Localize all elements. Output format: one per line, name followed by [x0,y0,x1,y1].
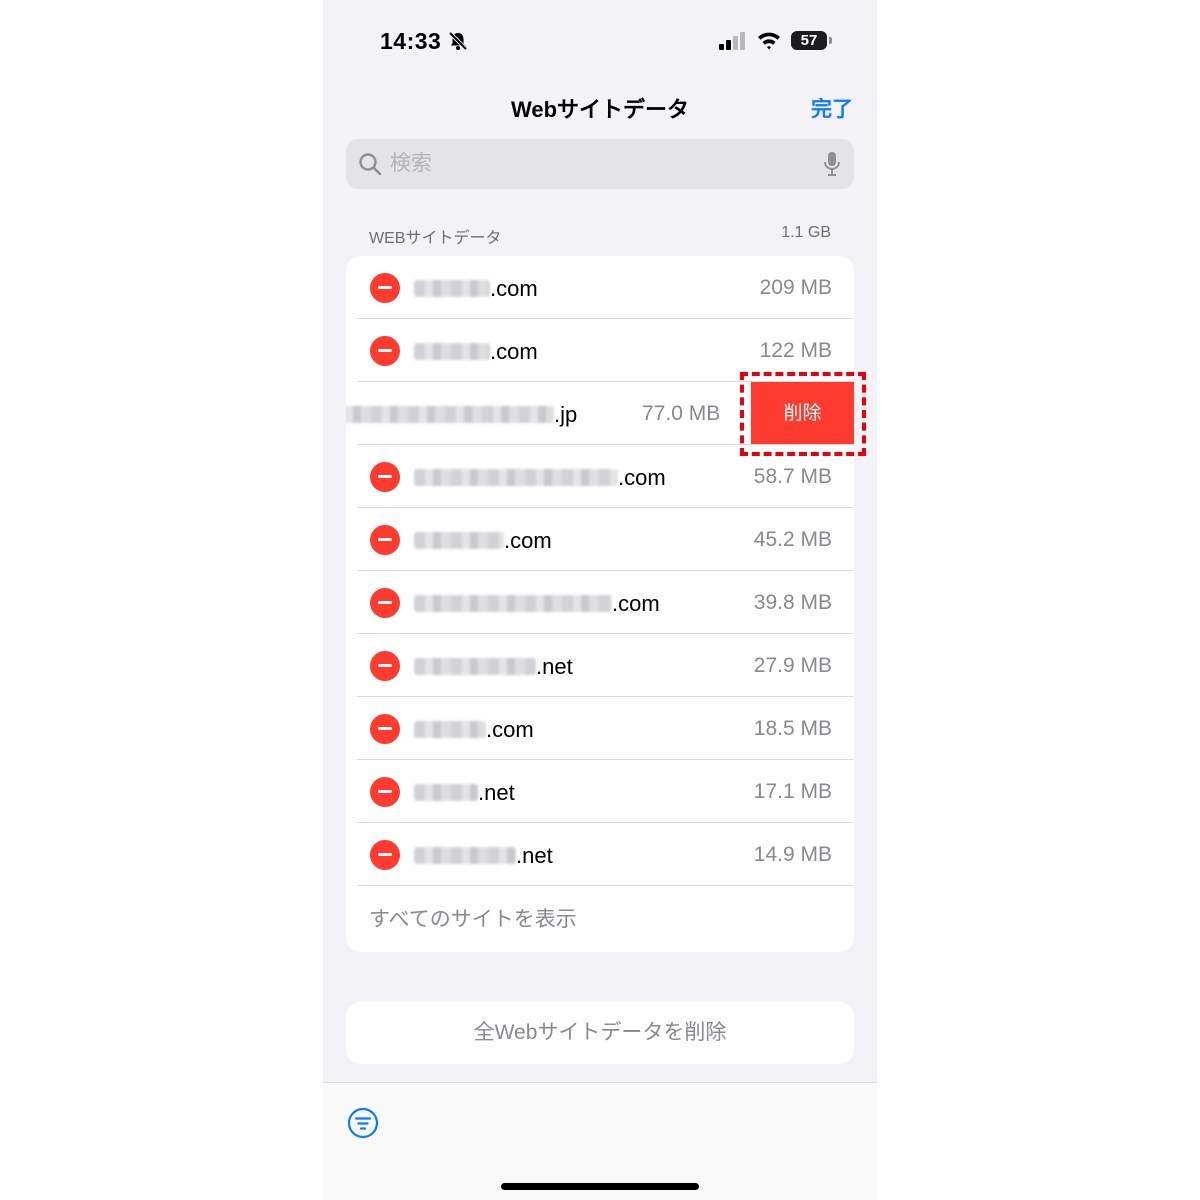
microphone-icon[interactable] [824,151,840,177]
data-size: 39.8 MB [753,591,832,614]
search-input[interactable] [390,139,790,189]
blurred-domain-name [414,343,490,360]
blurred-domain-name [414,784,478,801]
battery-cap [829,37,832,44]
domain-suffix: .com [612,591,660,616]
domain-suffix: .net [536,654,573,679]
remove-all-website-data-button[interactable]: 全Webサイトデータを削除 [346,1002,854,1064]
search-bar[interactable] [346,139,854,189]
battery-icon: 57 [791,31,827,50]
minus-circle-icon[interactable] [370,840,400,870]
divider [357,885,854,886]
data-size: 122 MB [759,339,832,362]
blurred-domain-name [414,280,490,297]
data-size: 77.0 MB [642,402,721,425]
list-item[interactable]: .com 122 MB [346,319,854,382]
data-size: 14.9 MB [753,843,832,866]
blurred-domain-name [346,406,554,423]
status-time: 14:33 [380,28,442,54]
swiped-row-content: .jp 77.0 MB [346,382,744,445]
swipe-delete-button[interactable]: 削除 [751,382,854,445]
minus-circle-icon[interactable] [370,588,400,618]
minus-circle-icon[interactable] [370,714,400,744]
website-data-list: .com 209 MB .com 122 MB .jp 77.0 MB 削除 .… [346,256,854,952]
list-item-swiped[interactable]: .jp 77.0 MB 削除 [346,382,854,445]
list-item[interactable]: .com 58.7 MB [346,445,854,508]
minus-circle-icon[interactable] [370,336,400,366]
list-item[interactable]: .com 209 MB [346,256,854,319]
section-total-size: 1.1 GB [781,224,831,241]
list-item[interactable]: .net 14.9 MB [346,823,854,886]
minus-circle-icon[interactable] [370,777,400,807]
cellular-signal-icon [719,32,745,50]
domain-suffix: .com [618,465,666,490]
domain-suffix: .com [490,339,538,364]
blurred-domain-name [414,847,516,864]
domain-suffix: .net [516,843,553,868]
blurred-domain-name [414,532,504,549]
list-item[interactable]: .com 45.2 MB [346,508,854,571]
search-icon [359,153,382,176]
domain-suffix: .net [478,780,515,805]
filter-icon[interactable] [347,1107,379,1139]
list-item[interactable]: .net 27.9 MB [346,634,854,697]
domain-suffix: .com [486,717,534,742]
data-size: 17.1 MB [753,780,832,803]
list-item[interactable]: .com 39.8 MB [346,571,854,634]
domain-suffix: .com [490,276,538,301]
bottom-toolbar [323,1082,877,1200]
section-header: WEBサイトデータ [369,230,502,247]
minus-circle-icon[interactable] [370,273,400,303]
home-indicator[interactable] [501,1183,699,1190]
done-button[interactable]: 完了 [811,93,853,123]
domain-suffix: .com [504,528,552,553]
data-size: 27.9 MB [753,654,832,677]
minus-circle-icon[interactable] [370,651,400,681]
list-item[interactable]: .net 17.1 MB [346,760,854,823]
data-size: 18.5 MB [753,717,832,740]
blurred-domain-name [414,721,486,738]
minus-circle-icon[interactable] [370,525,400,555]
list-item[interactable]: .com 18.5 MB [346,697,854,760]
minus-circle-icon[interactable] [370,462,400,492]
data-size: 209 MB [759,276,832,299]
blurred-domain-name [414,595,612,612]
data-size: 58.7 MB [753,465,832,488]
bell-slash-icon [448,31,468,51]
blurred-domain-name [414,469,618,486]
data-size: 45.2 MB [753,528,832,551]
show-all-sites-button[interactable]: すべてのサイトを表示 [346,888,854,952]
wifi-icon [758,32,780,50]
page-title: Webサイトデータ [510,97,690,122]
phone-screen: 14:33 57 Webサイトデータ 完了 WEBサイトデータ [323,0,877,1200]
blurred-domain-name [414,658,536,675]
domain-suffix: .jp [554,402,578,427]
